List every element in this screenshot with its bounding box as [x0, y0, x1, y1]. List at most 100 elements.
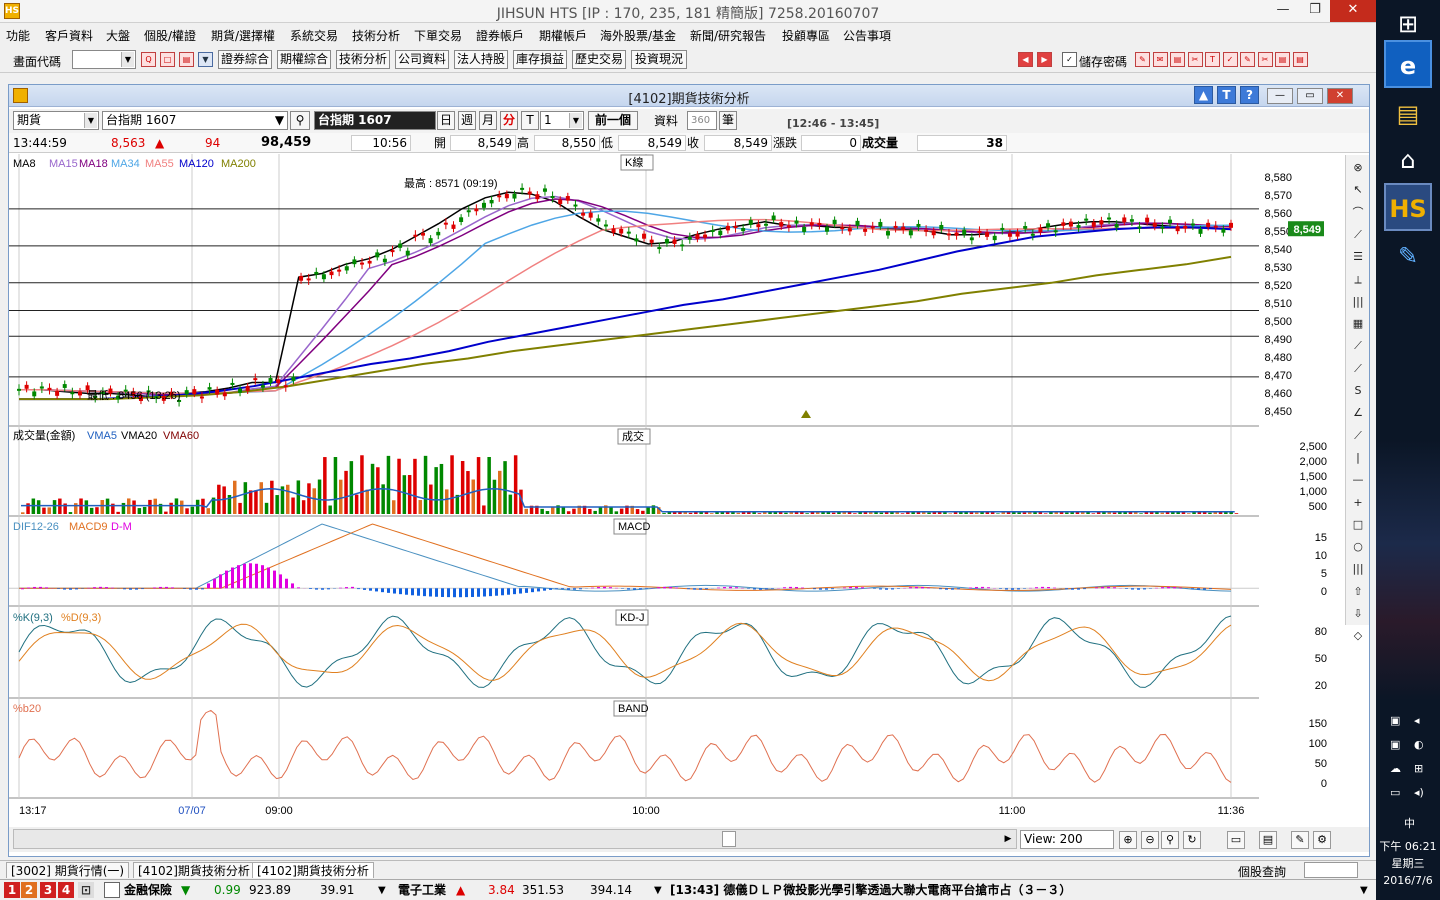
tab-tech-analysis-1[interactable]: [4102]期貨技術分析 — [133, 862, 255, 878]
symbol-select[interactable]: 台指期 1607 ▼ — [102, 111, 288, 130]
period-day[interactable]: 日 — [437, 111, 455, 130]
cloud-icon[interactable]: ☁ — [1390, 762, 1401, 775]
quick-tool-icon[interactable]: ✎ — [1240, 52, 1255, 67]
close-button[interactable]: ✕ — [1330, 0, 1376, 22]
lock-icon[interactable]: ⊡ — [78, 882, 94, 898]
toolbar-button[interactable]: 期權綜合 — [277, 50, 331, 69]
quick-tool-icon[interactable]: ✂ — [1187, 52, 1203, 67]
next-arrow-icon[interactable]: ▶ — [1037, 52, 1052, 67]
period-tick[interactable]: T — [521, 111, 539, 130]
quick-tool-icon[interactable]: ✓ — [1222, 52, 1238, 67]
menu-item[interactable]: 新聞/研究報告 — [690, 27, 766, 44]
tray-icon-4[interactable]: ◐ — [1414, 738, 1424, 751]
ime-indicator[interactable]: 中 — [1404, 815, 1415, 831]
window-tool-icon[interactable]: □ — [160, 52, 175, 67]
tray-icon-3[interactable]: ▣ — [1390, 738, 1400, 751]
quick-tool-icon[interactable]: T — [1205, 52, 1220, 67]
menu-item[interactable]: 期貨/選擇權 — [211, 27, 275, 44]
toolbar-button[interactable]: 歷史交易 — [572, 50, 626, 69]
up-triangle-icon[interactable]: ▲ — [1194, 86, 1213, 104]
restore-button[interactable]: ❐ — [1300, 0, 1330, 22]
drawing-tool-icon[interactable]: S — [1350, 383, 1366, 399]
ie-browser-icon[interactable]: e — [1384, 40, 1432, 88]
drawing-tool-icon[interactable]: ||| — [1350, 561, 1366, 577]
scroll-thumb[interactable] — [722, 831, 736, 847]
drawing-tool-icon[interactable]: ∠ — [1350, 405, 1366, 421]
quick-tool-icon[interactable]: ▤ — [1170, 52, 1185, 67]
market-select[interactable]: 期貨 ▼ — [13, 111, 99, 130]
drawing-tool-icon[interactable]: + — [1350, 495, 1366, 511]
chevron-down-icon[interactable]: ▼ — [1360, 883, 1368, 898]
drawing-tool-icon[interactable]: ⟋ — [1350, 361, 1366, 377]
menu-item[interactable]: 下單交易 — [414, 27, 462, 44]
minimize-button[interactable]: — — [1268, 0, 1298, 22]
menu-item[interactable]: 海外股票/基金 — [600, 27, 676, 44]
menu-item[interactable]: 公告事項 — [843, 27, 891, 44]
toolbar-button[interactable]: 證券綜合 — [218, 50, 272, 69]
help-icon[interactable]: ? — [1240, 86, 1259, 104]
drawing-tool-icon[interactable]: □ — [1350, 517, 1366, 533]
menu-item[interactable]: 期權帳戶 — [539, 27, 587, 44]
volume-icon[interactable]: ◂) — [1414, 786, 1424, 799]
drawing-tool-icon[interactable]: ⟋ — [1350, 338, 1366, 354]
view-tool-icon[interactable]: ✎ — [1291, 831, 1309, 849]
chart-restore-button[interactable]: ▭ — [1297, 88, 1323, 104]
drawing-tool-icon[interactable]: ⇩ — [1350, 606, 1366, 622]
drawing-tool-icon[interactable]: ☰ — [1350, 249, 1366, 265]
network-icon[interactable]: ▭ — [1390, 786, 1400, 799]
view-tool-icon[interactable]: ▭ — [1227, 831, 1245, 849]
page-2-button[interactable]: 2 — [21, 882, 37, 898]
menu-item[interactable]: 客戶資料 — [45, 27, 93, 44]
chart-area[interactable]: 最高 : 8571 (09:19) 最低 : 8456 (13:26) MA8 MA1… — [9, 154, 1349, 814]
menu-item[interactable]: 證券帳戶 — [476, 27, 524, 44]
drawing-tool-icon[interactable]: ⟋ — [1350, 428, 1366, 444]
drawing-tool-icon[interactable]: — — [1350, 472, 1366, 488]
page-4-button[interactable]: 4 — [58, 882, 74, 898]
toolbar-button[interactable]: 技術分析 — [336, 50, 390, 69]
menu-item[interactable]: 技術分析 — [352, 27, 400, 44]
menu-item[interactable]: 投顧專區 — [782, 27, 830, 44]
toolbar-button[interactable]: 公司資料 — [395, 50, 449, 69]
menu-item[interactable]: 個股/權證 — [144, 27, 196, 44]
quick-tool-icon[interactable]: ▤ — [1275, 52, 1290, 67]
stock-query-input[interactable] — [1304, 862, 1358, 878]
view-tool-icon[interactable]: ⊖ — [1141, 831, 1159, 849]
print-tool-icon[interactable]: ▤ — [179, 52, 194, 67]
drawing-tool-icon[interactable]: ⊗ — [1350, 160, 1366, 176]
view-tool-icon[interactable]: ⚙ — [1313, 831, 1331, 849]
symbol-search-button[interactable]: ⚲ — [290, 111, 310, 130]
tray-icon-2[interactable]: ◂ — [1414, 714, 1420, 727]
drawing-tool-icon[interactable]: ⟂ — [1350, 272, 1366, 288]
interval-select[interactable]: 1 ▼ — [540, 111, 584, 130]
chevron-down-icon[interactable]: ▼ — [654, 883, 662, 898]
period-minute[interactable]: 分 — [500, 111, 518, 130]
period-week[interactable]: 週 — [458, 111, 476, 130]
tab-tech-analysis-2[interactable]: [4102]期貨技術分析 — [252, 862, 374, 878]
drawing-tool-icon[interactable]: ⇧ — [1350, 584, 1366, 600]
page-3-button[interactable]: 3 — [40, 882, 56, 898]
chart-scrollbar[interactable]: ▶ — [13, 829, 1017, 849]
quick-tool-icon[interactable]: ▤ — [1292, 52, 1308, 67]
toolbar-button[interactable]: 法人持股 — [454, 50, 508, 69]
clock[interactable]: 下午 06:21 星期三 2016/7/6 — [1376, 838, 1440, 889]
view-tool-icon[interactable]: ▤ — [1259, 831, 1277, 849]
chart-close-button[interactable]: ✕ — [1327, 88, 1353, 104]
toolbar-button[interactable]: 庫存損益 — [513, 50, 567, 69]
quick-tool-icon[interactable]: ✂ — [1257, 52, 1273, 67]
prev-arrow-icon[interactable]: ◀ — [1018, 52, 1033, 67]
quick-tool-icon[interactable]: ✉ — [1152, 52, 1168, 67]
paint-icon[interactable]: ✎ — [1384, 232, 1432, 280]
drawing-tool-icon[interactable]: ▦ — [1350, 316, 1366, 332]
dropdown-tool-icon[interactable]: ▼ — [198, 52, 213, 67]
scroll-right-icon[interactable]: ▶ — [1001, 831, 1015, 847]
hts-app-icon[interactable]: HS — [1384, 183, 1432, 231]
drawing-tool-icon[interactable]: | — [1350, 450, 1366, 466]
page-1-button[interactable]: 1 — [4, 882, 20, 898]
drawing-tool-icon[interactable]: ||| — [1350, 294, 1366, 310]
file-explorer-icon[interactable]: ▤ — [1384, 90, 1432, 138]
menu-item[interactable]: 系統交易 — [290, 27, 338, 44]
status-checkbox[interactable] — [104, 882, 120, 898]
view-count[interactable]: View: 200 — [1020, 830, 1114, 849]
menu-item[interactable]: 功能 — [6, 27, 30, 44]
drawing-tool-icon[interactable]: ↖ — [1350, 182, 1366, 198]
